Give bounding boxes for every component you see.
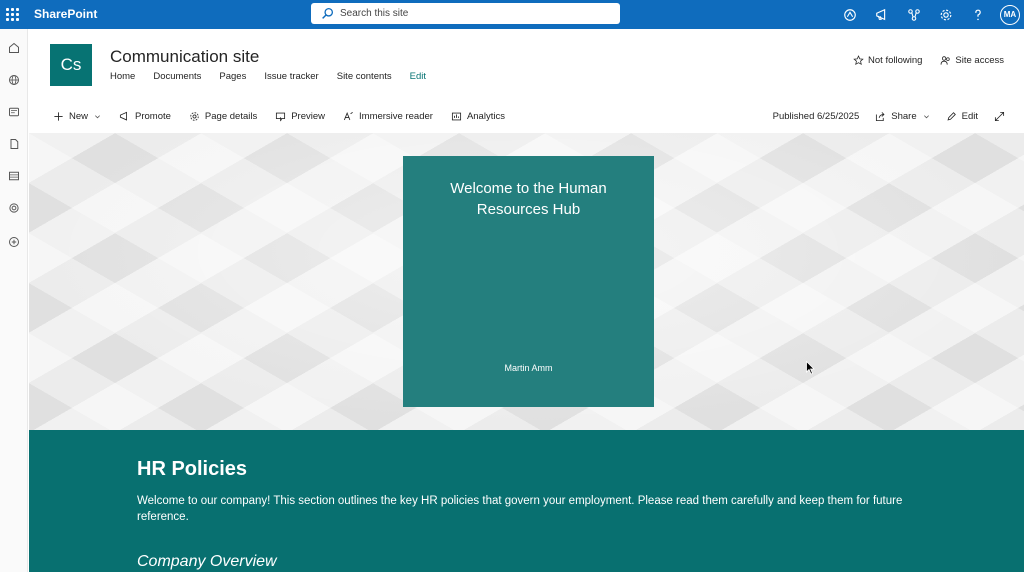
analytics-label: Analytics	[466, 110, 505, 122]
hero-tile[interactable]: Welcome to the Human Resources Hub Marti…	[403, 156, 654, 407]
app-bar	[0, 29, 28, 572]
preview-button[interactable]: Preview	[275, 111, 325, 122]
chevron-down-icon	[923, 114, 929, 118]
loop-icon[interactable]	[5, 199, 23, 217]
immersive-reader-label: Immersive reader	[359, 110, 433, 122]
list-icon[interactable]	[5, 167, 23, 185]
immersive-reader-button[interactable]: Immersive reader	[343, 111, 433, 122]
nav-site-contents[interactable]: Site contents	[337, 71, 392, 82]
network-icon[interactable]	[898, 0, 930, 29]
analytics-button[interactable]: Analytics	[451, 111, 505, 122]
follow-label: Not following	[868, 55, 923, 66]
user-avatar[interactable]: MA	[1000, 4, 1020, 25]
plus-icon	[54, 111, 63, 121]
gear-icon[interactable]	[930, 0, 962, 29]
suite-bar: SharePoint MA	[0, 0, 1024, 29]
hero-banner: Welcome to the Human Resources Hub Marti…	[29, 133, 1024, 430]
share-button[interactable]: Share	[875, 111, 929, 122]
edit-button[interactable]: Edit	[946, 111, 978, 122]
new-label: New	[69, 110, 89, 122]
pencil-icon	[947, 111, 956, 121]
immersive-reader-icon	[344, 111, 353, 120]
site-navigation: Home Documents Pages Issue tracker Site …	[110, 71, 444, 82]
hr-policies-section: HR Policies Welcome to our company! This…	[29, 430, 1024, 572]
brand-link[interactable]: SharePoint	[34, 7, 97, 21]
site-access-label: Site access	[955, 55, 1004, 66]
share-label: Share	[891, 110, 917, 122]
preview-label: Preview	[291, 110, 326, 122]
page-details-button[interactable]: Page details	[189, 111, 257, 122]
published-status: Published 6/25/2025	[772, 110, 860, 122]
search-input[interactable]	[340, 8, 600, 19]
section-subheading: Company Overview	[137, 553, 277, 570]
home-icon[interactable]	[5, 39, 23, 57]
nav-pages[interactable]: Pages	[219, 71, 246, 82]
search-icon	[322, 7, 334, 19]
news-icon[interactable]	[5, 103, 23, 121]
new-button[interactable]: New	[53, 111, 101, 122]
megaphone-icon	[119, 111, 127, 121]
nav-home[interactable]: Home	[110, 71, 135, 82]
hero-title: Welcome to the Human Resources Hub	[450, 180, 607, 218]
expand-button[interactable]	[994, 111, 1010, 122]
copilot-icon[interactable]	[834, 0, 866, 29]
nav-issue-tracker[interactable]: Issue tracker	[264, 71, 318, 82]
megaphone-icon[interactable]	[866, 0, 898, 29]
star-icon	[853, 55, 864, 66]
people-icon	[941, 56, 951, 65]
site-access-button[interactable]: Site access	[940, 55, 1004, 66]
site-logo[interactable]: Cs	[50, 44, 92, 86]
globe-icon[interactable]	[5, 71, 23, 89]
site-title[interactable]: Communication site	[110, 47, 259, 67]
promote-button[interactable]: Promote	[119, 111, 171, 122]
command-bar: New Promote Page details Preview Immersi…	[29, 104, 1024, 128]
promote-label: Promote	[135, 110, 171, 122]
expand-icon	[994, 111, 1005, 121]
mouse-cursor-icon	[806, 361, 815, 375]
page-details-label: Page details	[204, 110, 258, 122]
section-heading: HR Policies	[137, 458, 248, 480]
share-icon	[876, 111, 885, 121]
analytics-icon	[451, 112, 461, 120]
chevron-down-icon	[95, 114, 100, 118]
nav-edit-link[interactable]: Edit	[410, 71, 426, 82]
file-icon[interactable]	[5, 135, 23, 153]
edit-label: Edit	[961, 110, 978, 122]
nav-documents[interactable]: Documents	[153, 71, 201, 82]
hero-author: Martin Amm	[504, 363, 553, 373]
help-icon[interactable]	[962, 0, 994, 29]
add-circle-icon[interactable]	[5, 233, 23, 251]
gear-icon	[190, 111, 199, 121]
search-box[interactable]	[311, 3, 620, 24]
section-body: Welcome to our company! This section out…	[137, 495, 903, 523]
follow-button[interactable]: Not following	[853, 55, 922, 66]
preview-icon	[276, 112, 286, 122]
app-launcher-icon[interactable]	[4, 4, 22, 24]
